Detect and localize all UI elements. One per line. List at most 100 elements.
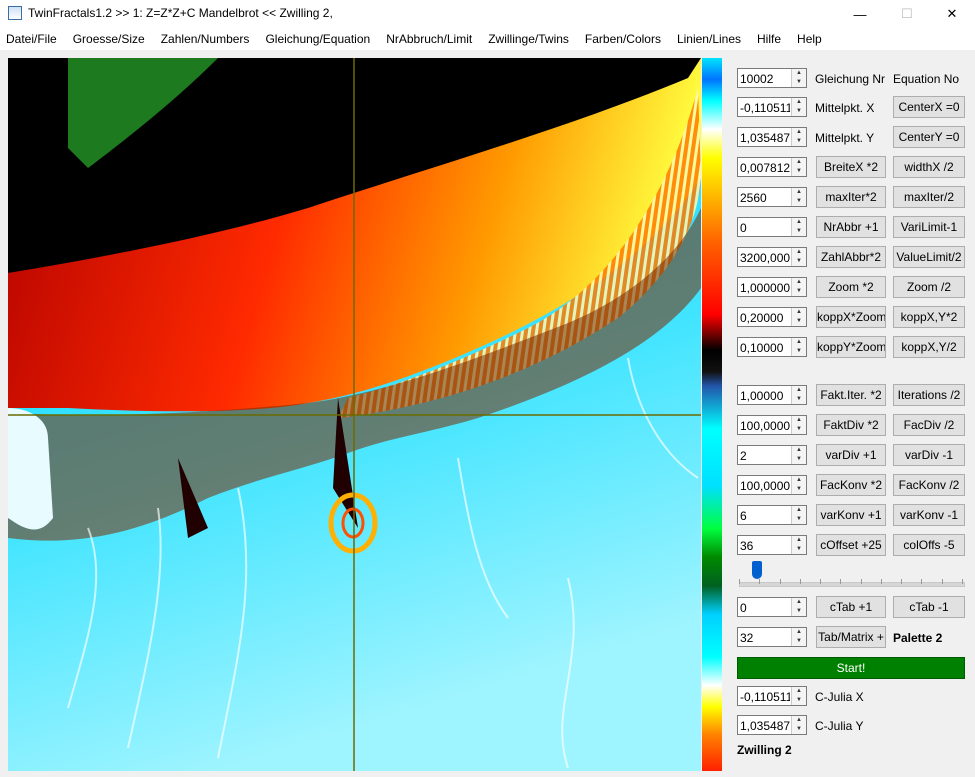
zahl-abbr-spinbox[interactable]: 3200,0000▲▼ [737,247,807,267]
slider-handle[interactable] [751,561,762,579]
spin-down-icon[interactable]: ▼ [792,455,806,464]
fac-div-half-button[interactable]: FacDiv /2 [893,414,965,436]
fac-konv-spinbox[interactable]: 100,00000▲▼ [737,475,807,495]
menu-zahlen[interactable]: Zahlen/Numbers [153,28,258,50]
spin-down-icon[interactable]: ▼ [792,107,806,116]
spin-up-icon[interactable]: ▲ [792,308,806,317]
spin-down-icon[interactable]: ▼ [792,637,806,646]
spin-down-icon[interactable]: ▼ [792,197,806,206]
menu-farben[interactable]: Farben/Colors [577,28,669,50]
spin-up-icon[interactable]: ▲ [792,218,806,227]
spin-up-icon[interactable]: ▲ [792,98,806,107]
close-button[interactable]: ✕ [929,0,975,28]
spin-arrows[interactable]: ▲ ▼ [791,506,806,524]
col-offs-minus-button[interactable]: colOffs -5 [893,534,965,556]
ctab-spinbox[interactable]: 0 ▲ ▼ [737,597,807,617]
spin-arrows[interactable]: ▲ ▼ [791,248,806,266]
fractal-canvas[interactable] [8,58,701,771]
ctab-plus-button[interactable]: cTab +1 [816,596,886,618]
spin-arrows[interactable]: ▲ ▼ [791,536,806,554]
spin-arrows[interactable]: ▲ ▼ [791,416,806,434]
spin-arrows[interactable]: ▲ ▼ [791,218,806,236]
spin-down-icon[interactable]: ▼ [792,545,806,554]
var-konv-spinbox[interactable]: 6 ▲ ▼ [737,505,807,525]
fakt-div-double-button[interactable]: FaktDiv *2 [816,414,886,436]
c-offset-plus-button[interactable]: cOffset +25 [816,534,886,556]
fakt-div-spinbox[interactable]: 100,00000▲▼ [737,415,807,435]
spin-up-icon[interactable]: ▲ [792,69,806,78]
spin-down-icon[interactable]: ▼ [792,395,806,404]
menu-help[interactable]: Help [789,28,830,50]
breite-x-double-button[interactable]: BreiteX *2 [816,156,886,178]
spin-up-icon[interactable]: ▲ [792,628,806,637]
spin-up-icon[interactable]: ▲ [792,128,806,137]
center-y-zero-button[interactable]: CenterY =0 [893,126,965,148]
spin-up-icon[interactable]: ▲ [792,248,806,257]
spin-up-icon[interactable]: ▲ [792,716,806,725]
spin-up-icon[interactable]: ▲ [792,416,806,425]
julia-x-spinbox[interactable]: -0,1105110▲▼ [737,686,807,706]
spin-down-icon[interactable]: ▼ [792,257,806,266]
spin-down-icon[interactable]: ▼ [792,137,806,146]
spin-arrows[interactable]: ▲ ▼ [791,98,806,116]
spin-down-icon[interactable]: ▼ [792,78,806,87]
spin-down-icon[interactable]: ▼ [792,317,806,326]
spin-down-icon[interactable]: ▼ [792,167,806,176]
c-offset-spinbox[interactable]: 36 ▲ ▼ [737,535,807,555]
spin-up-icon[interactable]: ▲ [792,476,806,485]
spin-down-icon[interactable]: ▼ [792,425,806,434]
width-x-half-button[interactable]: widthX /2 [893,156,965,178]
width-spinbox[interactable]: 0,0078125▲▼ [737,157,807,177]
kopp-xy-double-button[interactable]: koppX,Y*2 [893,306,965,328]
max-iter-half-button[interactable]: maxIter/2 [893,186,965,208]
fac-konv-half-button[interactable]: FacKonv /2 [893,474,965,496]
spin-arrows[interactable]: ▲ ▼ [791,278,806,296]
max-iter-spinbox[interactable]: 2560 ▲ ▼ [737,187,807,207]
equation-number-spinbox[interactable]: 10002 ▲ ▼ [737,68,807,88]
spin-arrows[interactable]: ▲ ▼ [791,476,806,494]
spin-arrows[interactable]: ▲ ▼ [791,128,806,146]
fac-konv-double-button[interactable]: FacKonv *2 [816,474,886,496]
spin-down-icon[interactable]: ▼ [792,696,806,705]
zahl-abbr-double-button[interactable]: ZahlAbbr*2 [816,246,886,268]
spin-up-icon[interactable]: ▲ [792,446,806,455]
spin-arrows[interactable]: ▲ ▼ [791,687,806,705]
spin-arrows[interactable]: ▲ ▼ [791,338,806,356]
kopp-y-zoom-button[interactable]: koppY*Zoom [816,336,886,358]
value-limit-half-button[interactable]: ValueLimit/2 [893,246,965,268]
start-button[interactable]: Start! [737,657,965,679]
spin-up-icon[interactable]: ▲ [792,506,806,515]
var-konv-plus-button[interactable]: varKonv +1 [816,504,886,526]
spin-down-icon[interactable]: ▼ [792,607,806,616]
kopp-xy-half-button[interactable]: koppX,Y/2 [893,336,965,358]
menu-groesse[interactable]: Groesse/Size [65,28,153,50]
max-iter-double-button[interactable]: maxIter*2 [816,186,886,208]
spin-up-icon[interactable]: ▲ [792,386,806,395]
menu-linien[interactable]: Linien/Lines [669,28,749,50]
var-div-spinbox[interactable]: 2 ▲ ▼ [737,445,807,465]
spin-arrows[interactable]: ▲ ▼ [791,386,806,404]
var-konv-minus-button[interactable]: varKonv -1 [893,504,965,526]
spin-up-icon[interactable]: ▲ [792,598,806,607]
tab-matrix-plus-button[interactable]: Tab/Matrix + [816,626,886,648]
spin-arrows[interactable]: ▲ ▼ [791,308,806,326]
spin-arrows[interactable]: ▲ ▼ [791,628,806,646]
spin-down-icon[interactable]: ▼ [792,725,806,734]
iterations-half-button[interactable]: Iterations /2 [893,384,965,406]
spin-down-icon[interactable]: ▼ [792,347,806,356]
spin-arrows[interactable]: ▲ ▼ [791,598,806,616]
nr-abbr-plus-button[interactable]: NrAbbr +1 [816,216,886,238]
center-y-spinbox[interactable]: 1,03548740▲▼ [737,127,807,147]
spin-up-icon[interactable]: ▲ [792,687,806,696]
minimize-button[interactable]: — [837,0,883,28]
fakt-iter-spinbox[interactable]: 1,00000 ▲ ▼ [737,385,807,405]
spin-up-icon[interactable]: ▲ [792,536,806,545]
spin-arrows[interactable]: ▲ ▼ [791,188,806,206]
center-x-spinbox[interactable]: -0,1105110▲▼ [737,97,807,117]
spin-up-icon[interactable]: ▲ [792,188,806,197]
menu-zwillinge[interactable]: Zwillinge/Twins [480,28,577,50]
spin-up-icon[interactable]: ▲ [792,338,806,347]
var-div-minus-button[interactable]: varDiv -1 [893,444,965,466]
kopp-x-spinbox[interactable]: 0,20000 ▲ ▼ [737,307,807,327]
spin-arrows[interactable]: ▲ ▼ [791,158,806,176]
